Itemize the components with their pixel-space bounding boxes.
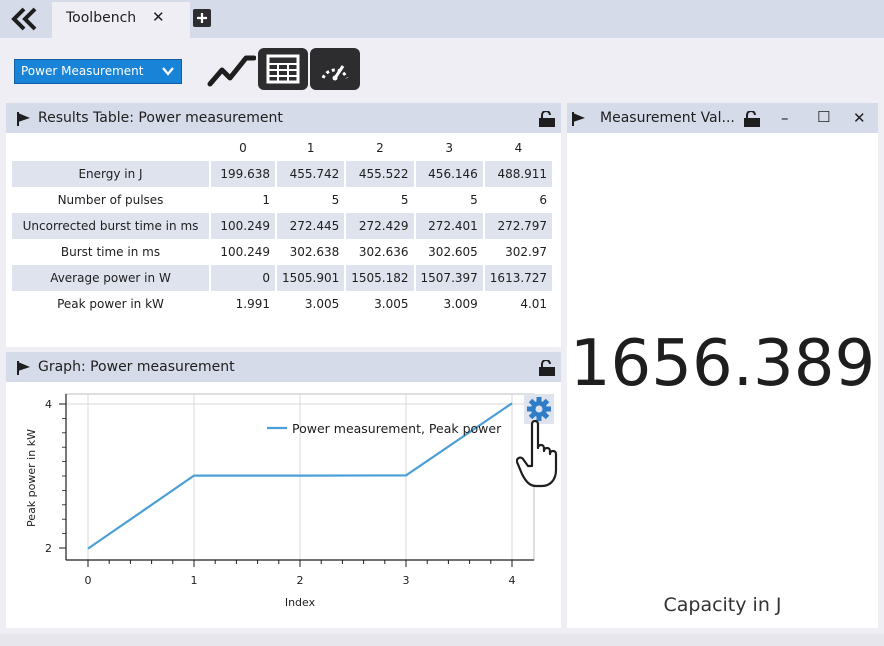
table-cell: 199.638	[210, 161, 277, 187]
power-chart[interactable]: 0 1 2 3 4 2 4 Index Peak power in kW Power measur…	[6, 386, 561, 626]
x-tick-label: 2	[297, 574, 304, 587]
minimize-button[interactable]: –	[781, 109, 789, 127]
table-cell: 1613.727	[483, 265, 555, 291]
measurement-unit-label: Capacity in J	[663, 594, 782, 616]
add-tab-icon[interactable]	[193, 9, 211, 27]
row-label: Uncorrected burst time in ms	[12, 213, 211, 239]
table-cell: 272.429	[345, 213, 416, 239]
table-cell: 456.146	[414, 161, 485, 187]
column-header: 2	[376, 141, 384, 155]
table-cell: 0	[210, 265, 277, 291]
table-cell: 1505.182	[345, 265, 416, 291]
table-cell: 302.605	[414, 239, 485, 265]
measurement-value-panel: Measurement Val... – ☐ ✕ 1656.389 Capaci…	[567, 103, 878, 628]
chevron-down-icon	[161, 64, 175, 81]
row-label: Number of pulses	[12, 187, 211, 213]
table-header-row: 0 1 2 3 4	[12, 135, 553, 161]
close-panel-button[interactable]: ✕	[853, 109, 866, 127]
table-cell: 100.249	[210, 213, 277, 239]
table-cell: 272.445	[276, 213, 347, 239]
legend-label: Power measurement, Peak power	[292, 421, 502, 436]
graph-panel-header: Graph: Power measurement	[6, 352, 561, 382]
status-bar	[0, 634, 884, 646]
column-header: 0	[239, 141, 247, 155]
y-tick-label: 4	[45, 398, 52, 411]
table-row[interactable]: Peak power in kW 1.991 3.005 3.005 3.009…	[12, 291, 555, 317]
table-cell: 3.009	[414, 291, 485, 317]
table-cell: 272.401	[414, 213, 485, 239]
flag-icon	[572, 112, 585, 126]
table-cell: 488.911	[483, 161, 555, 187]
lock-icon[interactable]	[538, 360, 556, 376]
table-row[interactable]: Burst time in ms 100.249 302.638 302.636…	[12, 239, 555, 265]
table-cell: 1505.901	[276, 265, 347, 291]
table-cell: 1.991	[210, 291, 277, 317]
table-cell: 455.522	[345, 161, 416, 187]
column-header	[12, 135, 210, 161]
flag-icon	[17, 112, 30, 126]
table-cell: 302.636	[345, 239, 416, 265]
table-cell: 4.01	[483, 291, 555, 317]
table-cell: 100.249	[210, 239, 277, 265]
collapse-back-icon[interactable]	[6, 4, 42, 34]
table-row[interactable]: Uncorrected burst time in ms 100.249 272…	[12, 213, 555, 239]
table-cell: 5	[345, 187, 416, 213]
column-header: 1	[306, 141, 315, 155]
graph-view-button[interactable]	[206, 48, 256, 90]
measurement-value: 1656.389	[569, 327, 876, 401]
graph-icon	[207, 55, 256, 87]
table-cell: 1507.397	[414, 265, 485, 291]
table-cell: 302.97	[483, 239, 555, 265]
x-tick-label: 3	[403, 574, 410, 587]
gauge-icon	[321, 65, 349, 81]
results-panel-title: Results Table: Power measurement	[38, 110, 283, 126]
table-view-button[interactable]	[258, 48, 308, 90]
x-tick-label: 0	[85, 574, 92, 587]
y-axis-label: Peak power in kW	[25, 429, 38, 527]
hand-cursor-icon	[516, 419, 558, 488]
y-tick-label: 2	[45, 542, 52, 555]
lock-icon[interactable]	[538, 111, 556, 127]
gauge-view-button[interactable]	[310, 48, 360, 90]
maximize-button[interactable]: ☐	[817, 108, 830, 126]
table-cell: 3.005	[345, 291, 416, 317]
graph-panel: Graph: Power measurement 0 1 2 3 4 2 4 Index Pea…	[6, 352, 561, 628]
table-cell: 272.797	[483, 213, 555, 239]
table-cell: 455.742	[276, 161, 347, 187]
x-axis-label: Index	[285, 596, 316, 609]
row-label: Peak power in kW	[12, 291, 211, 317]
graph-panel-title: Graph: Power measurement	[38, 359, 235, 375]
table-cell: 1	[210, 187, 277, 213]
row-label: Average power in W	[12, 265, 211, 291]
results-table: 0 1 2 3 4 Energy in J 199.638 455.742 45…	[12, 135, 555, 317]
table-cell: 5	[276, 187, 347, 213]
lock-icon[interactable]	[743, 111, 761, 127]
table-row[interactable]: Energy in J 199.638 455.742 455.522 456.…	[12, 161, 555, 187]
x-tick-label: 4	[509, 574, 516, 587]
tab-toolbench[interactable]: Toolbench ✕	[52, 2, 190, 38]
table-cell: 302.638	[276, 239, 347, 265]
measurement-panel-title: Measurement Val...	[600, 110, 735, 126]
table-row[interactable]: Average power in W 0 1505.901 1505.182 1…	[12, 265, 555, 291]
measurement-panel-header: Measurement Val... – ☐ ✕	[567, 103, 878, 133]
measurement-mode-select[interactable]: Power Measurement	[14, 59, 182, 84]
flag-icon	[17, 361, 30, 375]
results-table-panel: Results Table: Power measurement 0 1 2 3…	[6, 103, 561, 347]
table-cell: 3.005	[276, 291, 347, 317]
table-cell: 5	[414, 187, 485, 213]
column-header: 4	[514, 141, 523, 155]
column-header: 3	[445, 141, 453, 155]
row-label: Burst time in ms	[12, 239, 211, 265]
table-row[interactable]: Number of pulses 1 5 5 5 6	[12, 187, 555, 213]
mode-select-value: Power Measurement	[21, 64, 144, 78]
row-label: Energy in J	[12, 161, 211, 187]
table-cell: 6	[483, 187, 555, 213]
x-tick-label: 1	[191, 574, 198, 587]
results-panel-header: Results Table: Power measurement	[6, 103, 561, 133]
table-icon	[266, 54, 300, 84]
close-tab-icon[interactable]: ✕	[152, 8, 165, 26]
tab-label: Toolbench	[66, 10, 137, 26]
